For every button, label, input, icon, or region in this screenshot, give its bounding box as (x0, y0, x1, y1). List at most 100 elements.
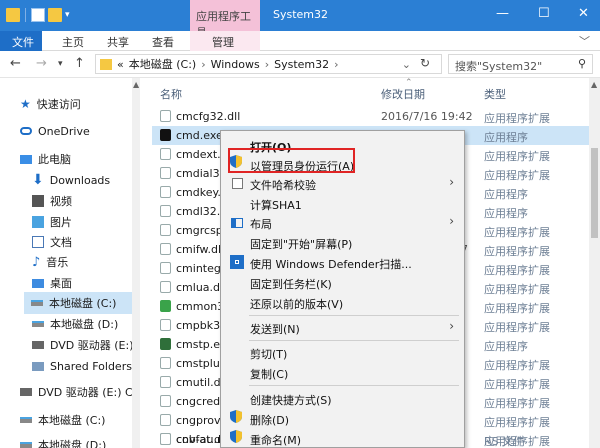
tab-share[interactable]: 共享 (107, 34, 129, 50)
chevron-down-icon[interactable]: ⌄ (402, 58, 411, 71)
up-arrow-icon[interactable]: ↑ (74, 56, 85, 71)
back-arrow-icon[interactable]: ← (10, 56, 21, 71)
menu-item-rename[interactable]: 重命名(M) (250, 432, 301, 448)
nav-item-local-disk-d[interactable]: 本地磁盘 (D:) (32, 313, 118, 335)
menu-item-defender-scan[interactable]: 使用 Windows Defender扫描... (250, 256, 412, 272)
properties-icon[interactable] (31, 8, 45, 22)
nav-item-documents[interactable]: 文档 (32, 231, 72, 253)
tool-tab-label[interactable]: 应用程序工具 (190, 0, 260, 39)
chevron-right-icon[interactable]: › (265, 58, 269, 71)
file-type: 应用程序 (484, 131, 528, 144)
column-header-type[interactable]: 类型 (484, 86, 506, 102)
nav-item-onedrive[interactable]: OneDrive (20, 120, 90, 142)
tab-manage[interactable]: 管理 (190, 31, 260, 51)
breadcrumb-item[interactable]: System32 (274, 58, 329, 71)
video-icon (32, 195, 44, 207)
scroll-up-icon[interactable]: ▲ (591, 80, 597, 89)
dll-file-icon (160, 281, 171, 293)
file-type: 应用程序扩展 (484, 359, 550, 372)
file-type: 应用程序 (484, 340, 528, 353)
divider (25, 8, 26, 22)
file-name: cmstp.ex (176, 338, 227, 351)
file-name: cmlua.dll (176, 281, 227, 294)
column-header-name[interactable]: 名称 (160, 86, 182, 102)
chevron-right-icon[interactable]: › (201, 58, 205, 71)
cmd-exe-icon (160, 129, 171, 141)
nav-item-local-disk-d-root[interactable]: 本地磁盘 (D:) (20, 434, 106, 448)
nav-item-label: DVD 驱动器 (E:) C (38, 386, 133, 399)
nav-item-downloads[interactable]: ⬇ Downloads (32, 169, 110, 191)
breadcrumb-overflow[interactable]: « (117, 58, 124, 71)
folder-icon (6, 8, 20, 22)
file-type: 应用程序 (484, 207, 528, 220)
tab-home[interactable]: 主页 (62, 34, 84, 50)
tab-view[interactable]: 查看 (152, 34, 174, 50)
nav-item-quick-access[interactable]: ★ 快速访问 (20, 93, 81, 115)
nav-item-shared-folders[interactable]: Shared Folders (32, 355, 132, 377)
search-input[interactable]: 搜索"System32" ⚲ (448, 54, 593, 74)
minimize-button[interactable]: — (496, 6, 509, 21)
tab-file[interactable]: 文件 (0, 31, 42, 51)
breadcrumb-item[interactable]: Windows (211, 58, 260, 71)
chevron-down-icon[interactable]: ▾ (65, 10, 70, 20)
chevron-down-icon[interactable]: ﹀ (579, 33, 590, 49)
nav-item-local-disk-c[interactable]: 本地磁盘 (C:) (24, 292, 134, 314)
dll-file-icon (160, 167, 171, 179)
file-type: 应用程序扩展 (484, 321, 550, 334)
new-folder-icon[interactable] (48, 8, 62, 22)
menu-item-send-to[interactable]: 发送到(N) (250, 321, 300, 337)
file-type: 应用程序扩展 (484, 283, 550, 296)
drive-icon (20, 442, 32, 448)
exe-file-icon (160, 205, 171, 217)
nav-item-pictures[interactable]: 图片 (32, 211, 72, 233)
menu-item-create-shortcut[interactable]: 创建快捷方式(S) (250, 392, 332, 408)
highlight-box (228, 148, 355, 173)
cmmon-file-icon (160, 300, 171, 312)
rs-file-icon (160, 433, 171, 445)
chevron-right-icon: › (449, 319, 454, 333)
file-list-scrollbar[interactable]: ▲ (589, 78, 600, 448)
scroll-up-icon[interactable]: ▲ (133, 80, 139, 89)
file-type: 应用程序扩展 (484, 378, 550, 391)
file-name: cmstplua (176, 357, 227, 370)
nav-item-music[interactable]: ♪ 音乐 (32, 251, 68, 273)
nav-item-this-pc[interactable]: 此电脑 (20, 148, 71, 170)
menu-item-hash-check[interactable]: 文件哈希校验 (250, 177, 316, 193)
address-row: ← → ▾ ↑ « 本地磁盘 (C:) › Windows › System32… (0, 51, 600, 78)
search-icon[interactable]: ⚲ (578, 57, 586, 70)
maximize-button[interactable]: ☐ (538, 6, 550, 21)
file-name: cmifw.dll (176, 243, 225, 256)
menu-item-sha1[interactable]: 计算SHA1 (250, 197, 302, 213)
forward-arrow-icon[interactable]: → (36, 56, 47, 71)
window-title: System32 (273, 8, 329, 21)
nav-item-label: 本地磁盘 (C:) (38, 414, 106, 427)
chevron-right-icon[interactable]: › (334, 58, 338, 71)
refresh-icon[interactable]: ↻ (420, 56, 430, 70)
nav-item-local-disk-c-root[interactable]: 本地磁盘 (C:) (20, 409, 105, 431)
file-type: 应用程序扩展 (484, 150, 550, 163)
share-icon (32, 361, 44, 371)
dvd-icon (32, 341, 44, 349)
menu-item-cut[interactable]: 剪切(T) (250, 346, 287, 362)
nav-item-videos[interactable]: 视频 (32, 190, 72, 212)
close-button[interactable]: ✕ (578, 6, 589, 21)
recent-locations-icon[interactable]: ▾ (58, 59, 63, 69)
menu-item-copy[interactable]: 复制(C) (250, 366, 288, 382)
address-bar[interactable]: « 本地磁盘 (C:) › Windows › System32 › ⌄ (95, 54, 442, 74)
file-type: 应用程序扩展 (484, 112, 550, 125)
nav-item-label: 文档 (50, 236, 72, 249)
nav-scrollbar[interactable]: ▲ (132, 78, 140, 448)
breadcrumb-item[interactable]: 本地磁盘 (C:) (129, 56, 196, 72)
scrollbar-thumb[interactable] (591, 148, 598, 238)
menu-item-pin-start[interactable]: 固定到"开始"屏幕(P) (250, 236, 352, 252)
column-header-date[interactable]: 修改日期 (381, 86, 425, 102)
nav-item-desktop[interactable]: 桌面 (32, 272, 72, 294)
menu-item-pin-taskbar[interactable]: 固定到任务栏(K) (250, 276, 332, 292)
nav-item-dvd-drive-root[interactable]: DVD 驱动器 (E:) C (20, 381, 133, 403)
file-row[interactable]: cmcfg32.dll 2016/7/16 19:42 应用程序扩展 (141, 107, 600, 126)
menu-item-delete[interactable]: 删除(D) (250, 412, 289, 428)
layout-icon (231, 218, 243, 228)
nav-item-dvd-drive[interactable]: DVD 驱动器 (E:) (32, 334, 134, 356)
menu-item-restore-versions[interactable]: 还原以前的版本(V) (250, 296, 343, 312)
menu-item-layout[interactable]: 布局 (250, 216, 272, 232)
